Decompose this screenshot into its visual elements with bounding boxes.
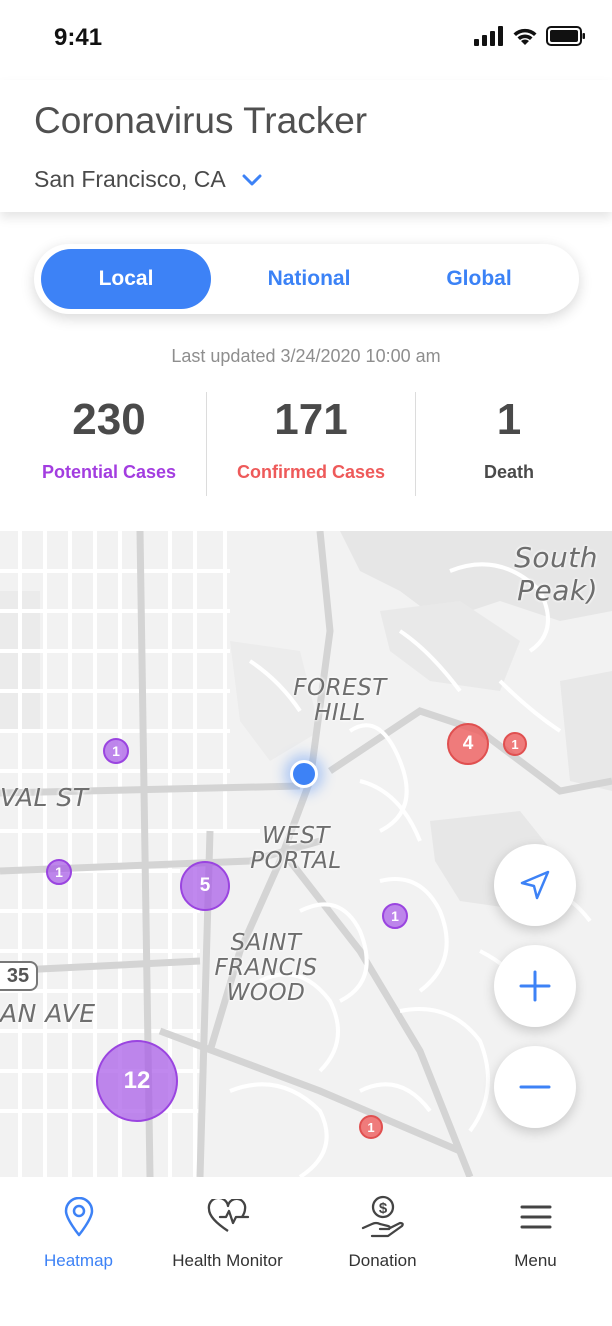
confirmed-cases-count: 171 [274, 395, 348, 444]
stat-confirmed: 171 Confirmed Cases [207, 390, 415, 498]
minus-icon [519, 1085, 551, 1089]
confirmed-cases-label: Confirmed Cases [236, 462, 386, 482]
status-bar: 9:41 [0, 0, 612, 80]
locate-me-button[interactable] [494, 844, 576, 926]
hamburger-menu-icon [459, 1195, 612, 1239]
map-label-text: FOREST HILL [293, 675, 387, 726]
case-cluster-marker[interactable]: 1 [46, 859, 72, 885]
status-icons [474, 26, 586, 46]
tab-menu[interactable]: Menu [459, 1195, 612, 1271]
stats-panel: 230 Potential Cases 171 Confirmed Cases … [0, 390, 612, 498]
death-count: 1 [496, 395, 522, 444]
last-updated-text: Last updated 3/24/2020 10:00 am [171, 346, 441, 366]
route-shield: 35 [0, 961, 38, 991]
map-label-text: WEST PORTAL [250, 823, 342, 874]
tab-local[interactable]: Local [41, 249, 211, 309]
heatmap-map[interactable]: South Peak) FOREST HILL WEST PORTAL SAIN… [0, 531, 612, 1177]
case-cluster-marker[interactable]: 1 [382, 903, 408, 929]
map-label-south-peak: South Peak) [508, 541, 598, 607]
tab-donation[interactable]: $ Donation [306, 1195, 459, 1271]
zoom-out-button[interactable] [494, 1046, 576, 1128]
tab-global[interactable]: Global [394, 249, 564, 309]
map-label-text: South Peak) [514, 541, 598, 607]
tab-label: Heatmap [44, 1251, 113, 1270]
map-label-street: VAL ST [0, 783, 89, 812]
tab-national[interactable]: National [224, 249, 394, 309]
page-title: Coronavirus Tracker [34, 100, 368, 141]
tab-label: Menu [514, 1251, 557, 1270]
map-label-avenue: AN AVE [0, 999, 96, 1028]
stat-death: 1 Death [416, 390, 602, 498]
tab-health-monitor[interactable]: Health Monitor [151, 1195, 304, 1271]
map-label-saint-francis-wood: SAINT FRANCIS WOOD [206, 931, 326, 1006]
header: Coronavirus Tracker San Francisco, CA [0, 80, 612, 212]
bottom-tab-bar: Heatmap Health Monitor $ Donation Menu [0, 1177, 612, 1326]
map-label-west-portal: WEST PORTAL [236, 824, 356, 874]
donation-hand-icon: $ [306, 1195, 459, 1239]
heart-pulse-icon [151, 1195, 304, 1239]
map-label-text: SAINT FRANCIS WOOD [214, 930, 318, 1006]
svg-text:$: $ [378, 1200, 387, 1217]
status-time: 9:41 [54, 24, 103, 51]
current-location-dot [290, 760, 318, 788]
confirmed-cluster-marker[interactable]: 1 [359, 1115, 383, 1139]
location-pin-icon [2, 1195, 155, 1239]
confirmed-cluster-marker[interactable]: 4 [447, 723, 489, 765]
location-label: San Francisco, CA [34, 166, 226, 192]
tab-heatmap[interactable]: Heatmap [2, 1195, 155, 1271]
chevron-down-icon [242, 174, 262, 185]
zoom-in-button[interactable] [494, 945, 576, 1027]
stat-potential: 230 Potential Cases [10, 390, 208, 498]
death-label: Death [483, 462, 534, 482]
battery-icon [546, 26, 585, 46]
navigation-arrow-icon [520, 870, 550, 900]
confirmed-cluster-marker[interactable]: 1 [503, 732, 527, 756]
case-cluster-marker[interactable]: 1 [103, 738, 129, 764]
case-cluster-marker[interactable]: 12 [96, 1040, 178, 1122]
map-label-forest-hill: FOREST HILL [285, 676, 395, 726]
tab-label: Health Monitor [172, 1251, 283, 1270]
scope-segmented-control: Local National Global [34, 244, 579, 314]
case-cluster-marker[interactable]: 5 [180, 861, 230, 911]
potential-cases-count: 230 [72, 395, 146, 444]
plus-icon [519, 970, 551, 1002]
signal-icon [474, 26, 503, 46]
potential-cases-label: Potential Cases [41, 462, 177, 482]
location-selector[interactable]: San Francisco, CA [34, 166, 262, 193]
wifi-icon [513, 28, 537, 45]
tab-label: Donation [348, 1251, 417, 1270]
